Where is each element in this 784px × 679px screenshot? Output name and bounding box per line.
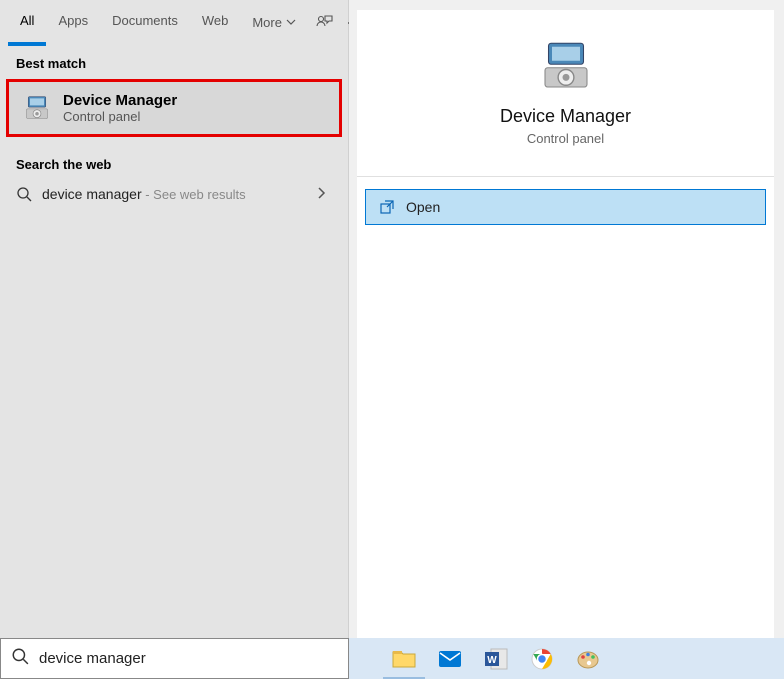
search-input[interactable] [39, 650, 338, 667]
best-match-result[interactable]: Device Manager Control panel [6, 79, 342, 137]
taskbar-chrome[interactable] [521, 638, 563, 679]
detail-subtitle: Control panel [357, 131, 774, 146]
detail-title: Device Manager [357, 106, 774, 127]
best-match-title: Device Manager [63, 92, 177, 109]
search-icon [16, 186, 32, 202]
chevron-down-icon [286, 2, 296, 44]
chevron-right-icon [316, 186, 332, 202]
separator [357, 176, 774, 177]
taskbar: W [349, 638, 784, 679]
device-manager-large-icon [538, 38, 594, 94]
open-icon [380, 200, 394, 214]
search-web-heading: Search the web [0, 147, 348, 178]
tab-more-label: More [252, 2, 282, 44]
best-match-text: Device Manager Control panel [63, 92, 177, 124]
taskbar-paint[interactable] [567, 638, 609, 679]
web-search-result[interactable]: device manager - See web results [0, 178, 348, 210]
taskbar-mail[interactable] [429, 638, 471, 679]
search-icon [11, 647, 29, 670]
search-filter-tabs: All Apps Documents Web More [0, 0, 348, 46]
tab-apps[interactable]: Apps [46, 0, 100, 46]
search-results-panel: All Apps Documents Web More Best match [0, 0, 349, 638]
web-result-text: device manager - See web results [42, 186, 246, 202]
detail-panel: Device Manager Control panel Open [349, 0, 784, 638]
tab-documents[interactable]: Documents [100, 0, 190, 46]
search-box[interactable] [0, 638, 349, 679]
web-result-hint: - See web results [142, 187, 246, 202]
taskbar-file-explorer[interactable] [383, 638, 425, 679]
open-label: Open [406, 199, 440, 215]
best-match-heading: Best match [0, 46, 348, 77]
open-action[interactable]: Open [365, 189, 766, 225]
tab-all[interactable]: All [8, 0, 46, 46]
web-result-query: device manager [42, 186, 142, 202]
device-manager-icon [23, 94, 51, 122]
best-match-subtitle: Control panel [63, 109, 177, 124]
svg-text:W: W [487, 655, 497, 666]
tab-more[interactable]: More [240, 0, 308, 46]
feedback-icon[interactable] [314, 13, 334, 33]
tab-web[interactable]: Web [190, 0, 241, 46]
taskbar-word[interactable]: W [475, 638, 517, 679]
